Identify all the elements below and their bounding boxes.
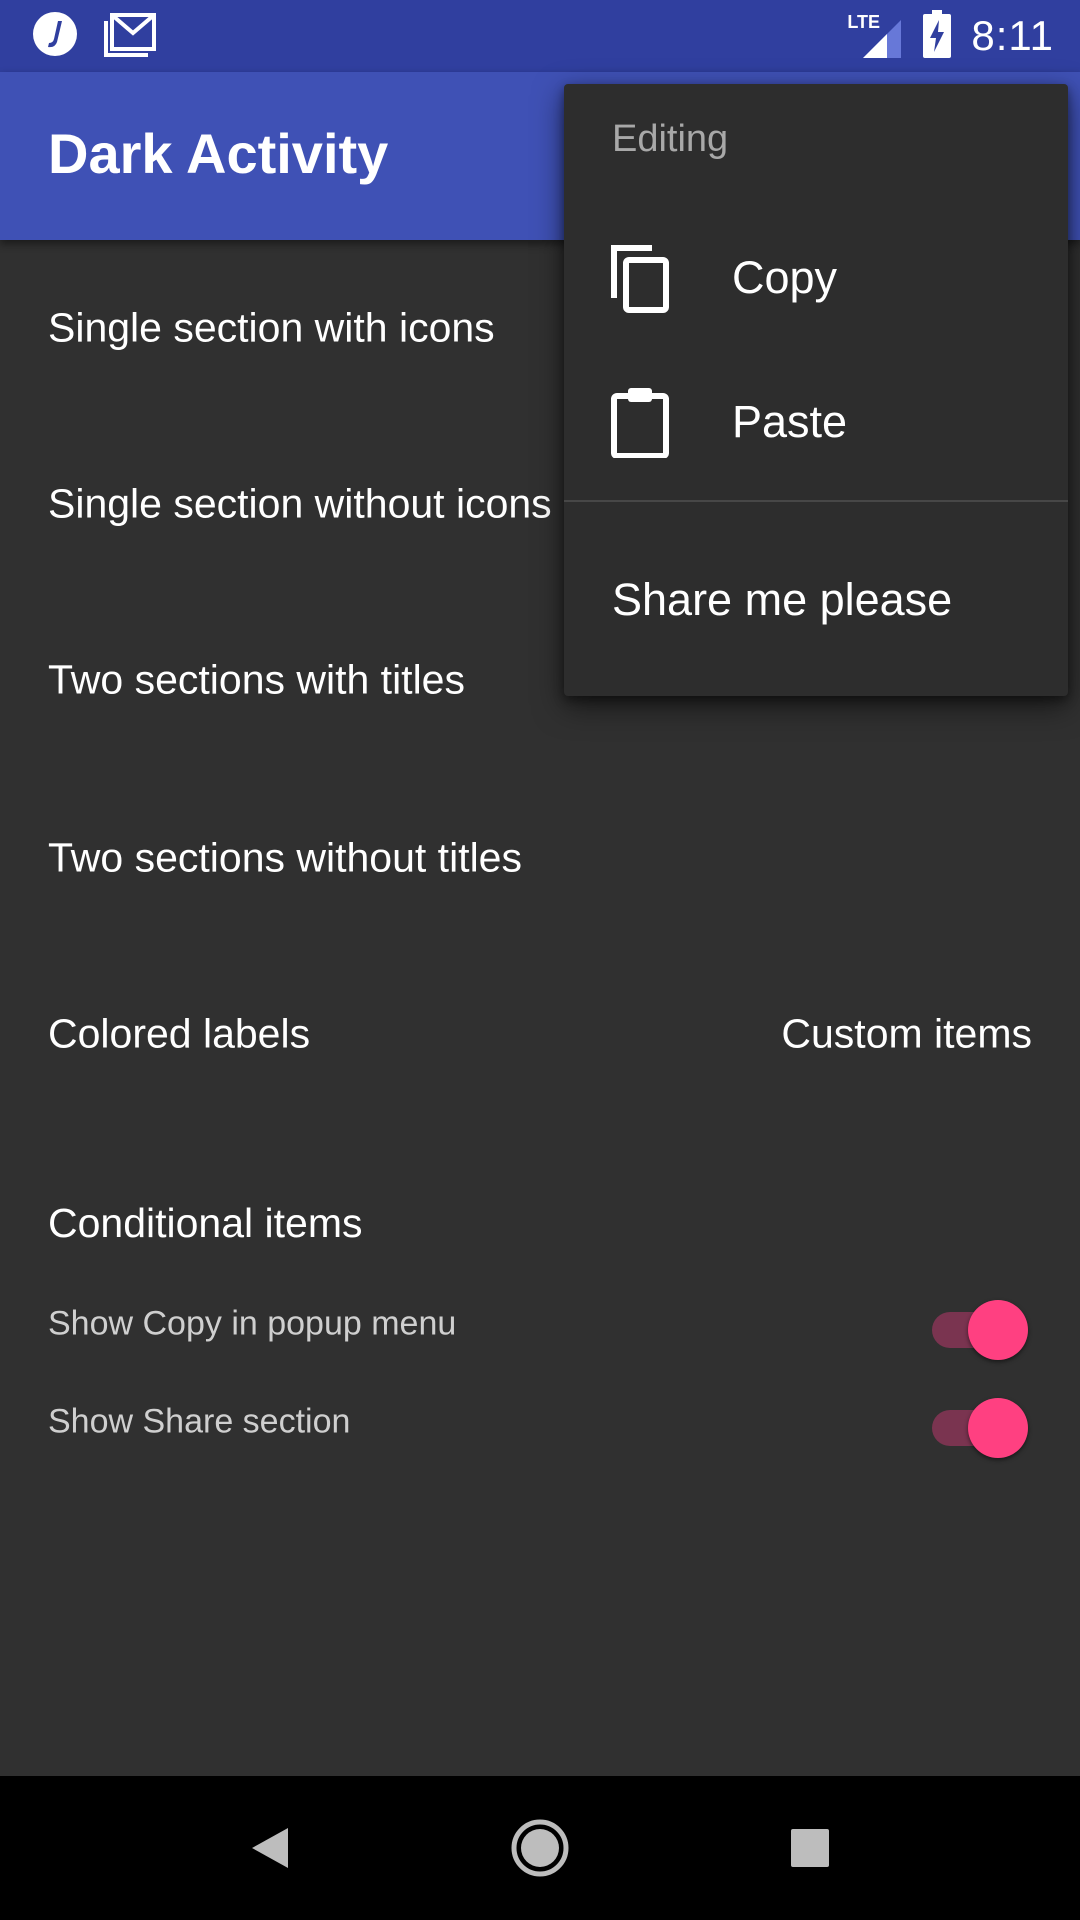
list-item-label: Two sections with titles	[48, 656, 465, 703]
navigation-bar	[0, 1776, 1080, 1920]
popup-menu: Editing Copy Paste Share me please	[564, 84, 1068, 696]
switch-thumb	[968, 1300, 1028, 1360]
popup-item-share[interactable]: Share me please	[612, 574, 952, 626]
clock: 8:11	[971, 12, 1054, 59]
list-item-label: Single section with icons	[48, 304, 495, 351]
lte-signal-icon: LTE	[847, 12, 903, 60]
switch-row-show-share[interactable]: Show Share section	[0, 1374, 1080, 1470]
popup-item-label: Paste	[732, 396, 848, 447]
switch-row-show-copy[interactable]: Show Copy in popup menu	[0, 1276, 1080, 1372]
popup-section-title: Editing	[612, 118, 729, 160]
list-item-row-colored-custom: Colored labels Custom items	[0, 946, 1080, 1122]
back-icon[interactable]	[234, 1812, 306, 1884]
copy-icon	[608, 242, 672, 314]
list-item-label: Two sections without titles	[48, 834, 522, 881]
gmail-icon	[104, 11, 156, 62]
popup-item-copy[interactable]: Copy	[564, 208, 1068, 348]
popup-divider	[564, 500, 1068, 502]
switch-thumb	[968, 1398, 1028, 1458]
list-item-two-sections-without-titles[interactable]: Two sections without titles	[0, 770, 1080, 946]
switch-label: Show Copy in popup menu	[48, 1304, 457, 1343]
switch-label: Show Share section	[48, 1402, 351, 1441]
popup-item-label: Copy	[732, 252, 838, 303]
custom-items-button[interactable]: Custom items	[781, 1011, 1032, 1058]
battery-charging-icon	[923, 9, 952, 63]
colored-labels-button[interactable]: Colored labels	[48, 1011, 310, 1058]
app-j-icon	[32, 11, 78, 62]
popup-item-paste[interactable]: Paste	[564, 352, 1068, 492]
screen: LTE 8:11 Dark Activity Single section wi…	[0, 0, 1080, 1920]
conditional-items-title: Conditional items	[48, 1200, 363, 1246]
recents-icon[interactable]	[774, 1812, 846, 1884]
clipboard-icon	[608, 386, 672, 459]
status-bar: LTE 8:11	[0, 0, 1080, 72]
show-copy-switch[interactable]	[924, 1294, 1028, 1360]
page-title: Dark Activity	[48, 122, 389, 185]
show-share-switch[interactable]	[924, 1392, 1028, 1458]
home-icon[interactable]	[504, 1812, 576, 1884]
list-item-label: Single section without icons	[48, 480, 552, 527]
